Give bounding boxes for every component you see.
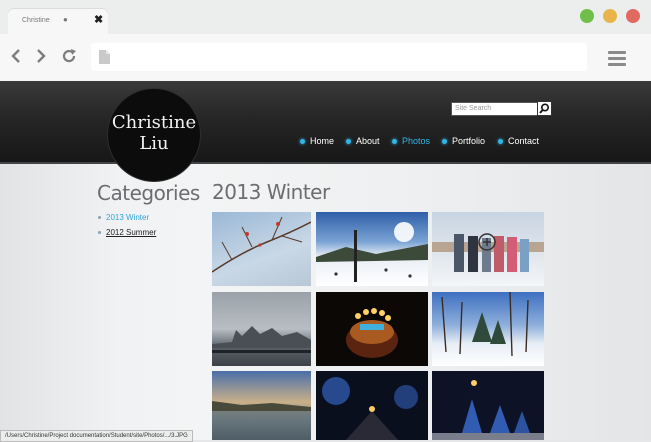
- nav-home[interactable]: Home: [300, 136, 334, 146]
- site-logo[interactable]: Christine Liu: [108, 89, 200, 181]
- photo-thumbnail-forest[interactable]: [432, 292, 544, 366]
- nav-photos[interactable]: Photos: [392, 136, 430, 146]
- nav-label: Home: [310, 136, 335, 146]
- tab-audio-dot: ●: [63, 15, 68, 24]
- category-bullet-icon: [98, 216, 101, 219]
- menu-hamburger-icon[interactable]: [608, 51, 626, 69]
- christmas-trees-image: [432, 380, 544, 440]
- gallery-title: 2013 Winter: [212, 180, 330, 204]
- category-2012-summer[interactable]: 2012 Summer: [98, 228, 156, 237]
- browser-chrome: Christine ● ✖: [0, 0, 651, 81]
- nav-bullet-icon: [392, 138, 397, 144]
- nav-label: Portfolio: [452, 136, 486, 146]
- window-minimize-button[interactable]: [603, 9, 617, 23]
- logo-first-name: Christine: [111, 112, 197, 133]
- address-bar[interactable]: [91, 43, 587, 71]
- nav-bullet-icon: [346, 138, 351, 144]
- nav-bullet-icon: [300, 138, 305, 144]
- nav-bullet-icon: [442, 138, 447, 144]
- window-maximize-button[interactable]: [580, 9, 594, 23]
- forward-arrow-icon[interactable]: [32, 45, 50, 67]
- nav-contact[interactable]: Contact: [498, 136, 539, 146]
- nav-portfolio[interactable]: Portfolio: [442, 136, 485, 146]
- category-bullet-icon: [98, 231, 101, 234]
- status-bar-url: /Users/Christine/Project documentation/S…: [0, 430, 193, 442]
- tab-close-icon[interactable]: ✖: [94, 13, 103, 26]
- group-image: [432, 233, 544, 272]
- browser-toolbar: [0, 34, 651, 81]
- photo-thumbnail-candles[interactable]: [316, 292, 428, 366]
- back-arrow-icon[interactable]: [7, 45, 25, 67]
- site-search-input[interactable]: Site Search: [451, 102, 538, 116]
- photo-thumbnail-ski[interactable]: [316, 212, 428, 286]
- category-label: 2012 Summer: [106, 228, 157, 237]
- reload-icon[interactable]: [60, 45, 78, 67]
- photo-thumbnail-group[interactable]: [432, 212, 544, 286]
- website-page: Site Search Home About Photos Portfolio …: [0, 81, 651, 440]
- site-header: Site Search Home About Photos Portfolio …: [0, 81, 651, 164]
- candles-image: [346, 308, 398, 358]
- nav-about[interactable]: About: [346, 136, 380, 146]
- search-button[interactable]: [537, 101, 552, 116]
- page-icon: [99, 50, 110, 64]
- harbour-image: [212, 326, 311, 353]
- nav-label: Contact: [508, 136, 540, 146]
- tab-title: Christine: [22, 17, 50, 24]
- branch-image: [212, 216, 311, 273]
- photo-thumbnail-branch[interactable]: [212, 212, 311, 286]
- category-label: 2013 Winter: [106, 213, 150, 222]
- nav-bullet-icon: [498, 138, 503, 144]
- night-street-image: [322, 377, 418, 440]
- sunset-image: [212, 401, 311, 440]
- nav-label: Photos: [402, 136, 431, 146]
- window-close-button[interactable]: [626, 9, 640, 23]
- ski-image: [316, 222, 428, 282]
- category-2013-winter[interactable]: 2013 Winter: [98, 213, 149, 222]
- photo-thumbnail-sunset[interactable]: [212, 371, 311, 440]
- nav-label: About: [356, 136, 380, 146]
- photo-thumbnail-harbour[interactable]: [212, 292, 311, 366]
- photo-thumbnail-christmas-trees[interactable]: [432, 371, 544, 440]
- categories-heading: Categories: [97, 181, 200, 205]
- logo-last-name: Liu: [139, 133, 169, 154]
- search-icon: [539, 103, 550, 114]
- photo-thumbnail-night-street[interactable]: [316, 371, 428, 440]
- forest-image: [441, 292, 529, 357]
- browser-tab[interactable]: Christine ● ✖: [8, 9, 108, 34]
